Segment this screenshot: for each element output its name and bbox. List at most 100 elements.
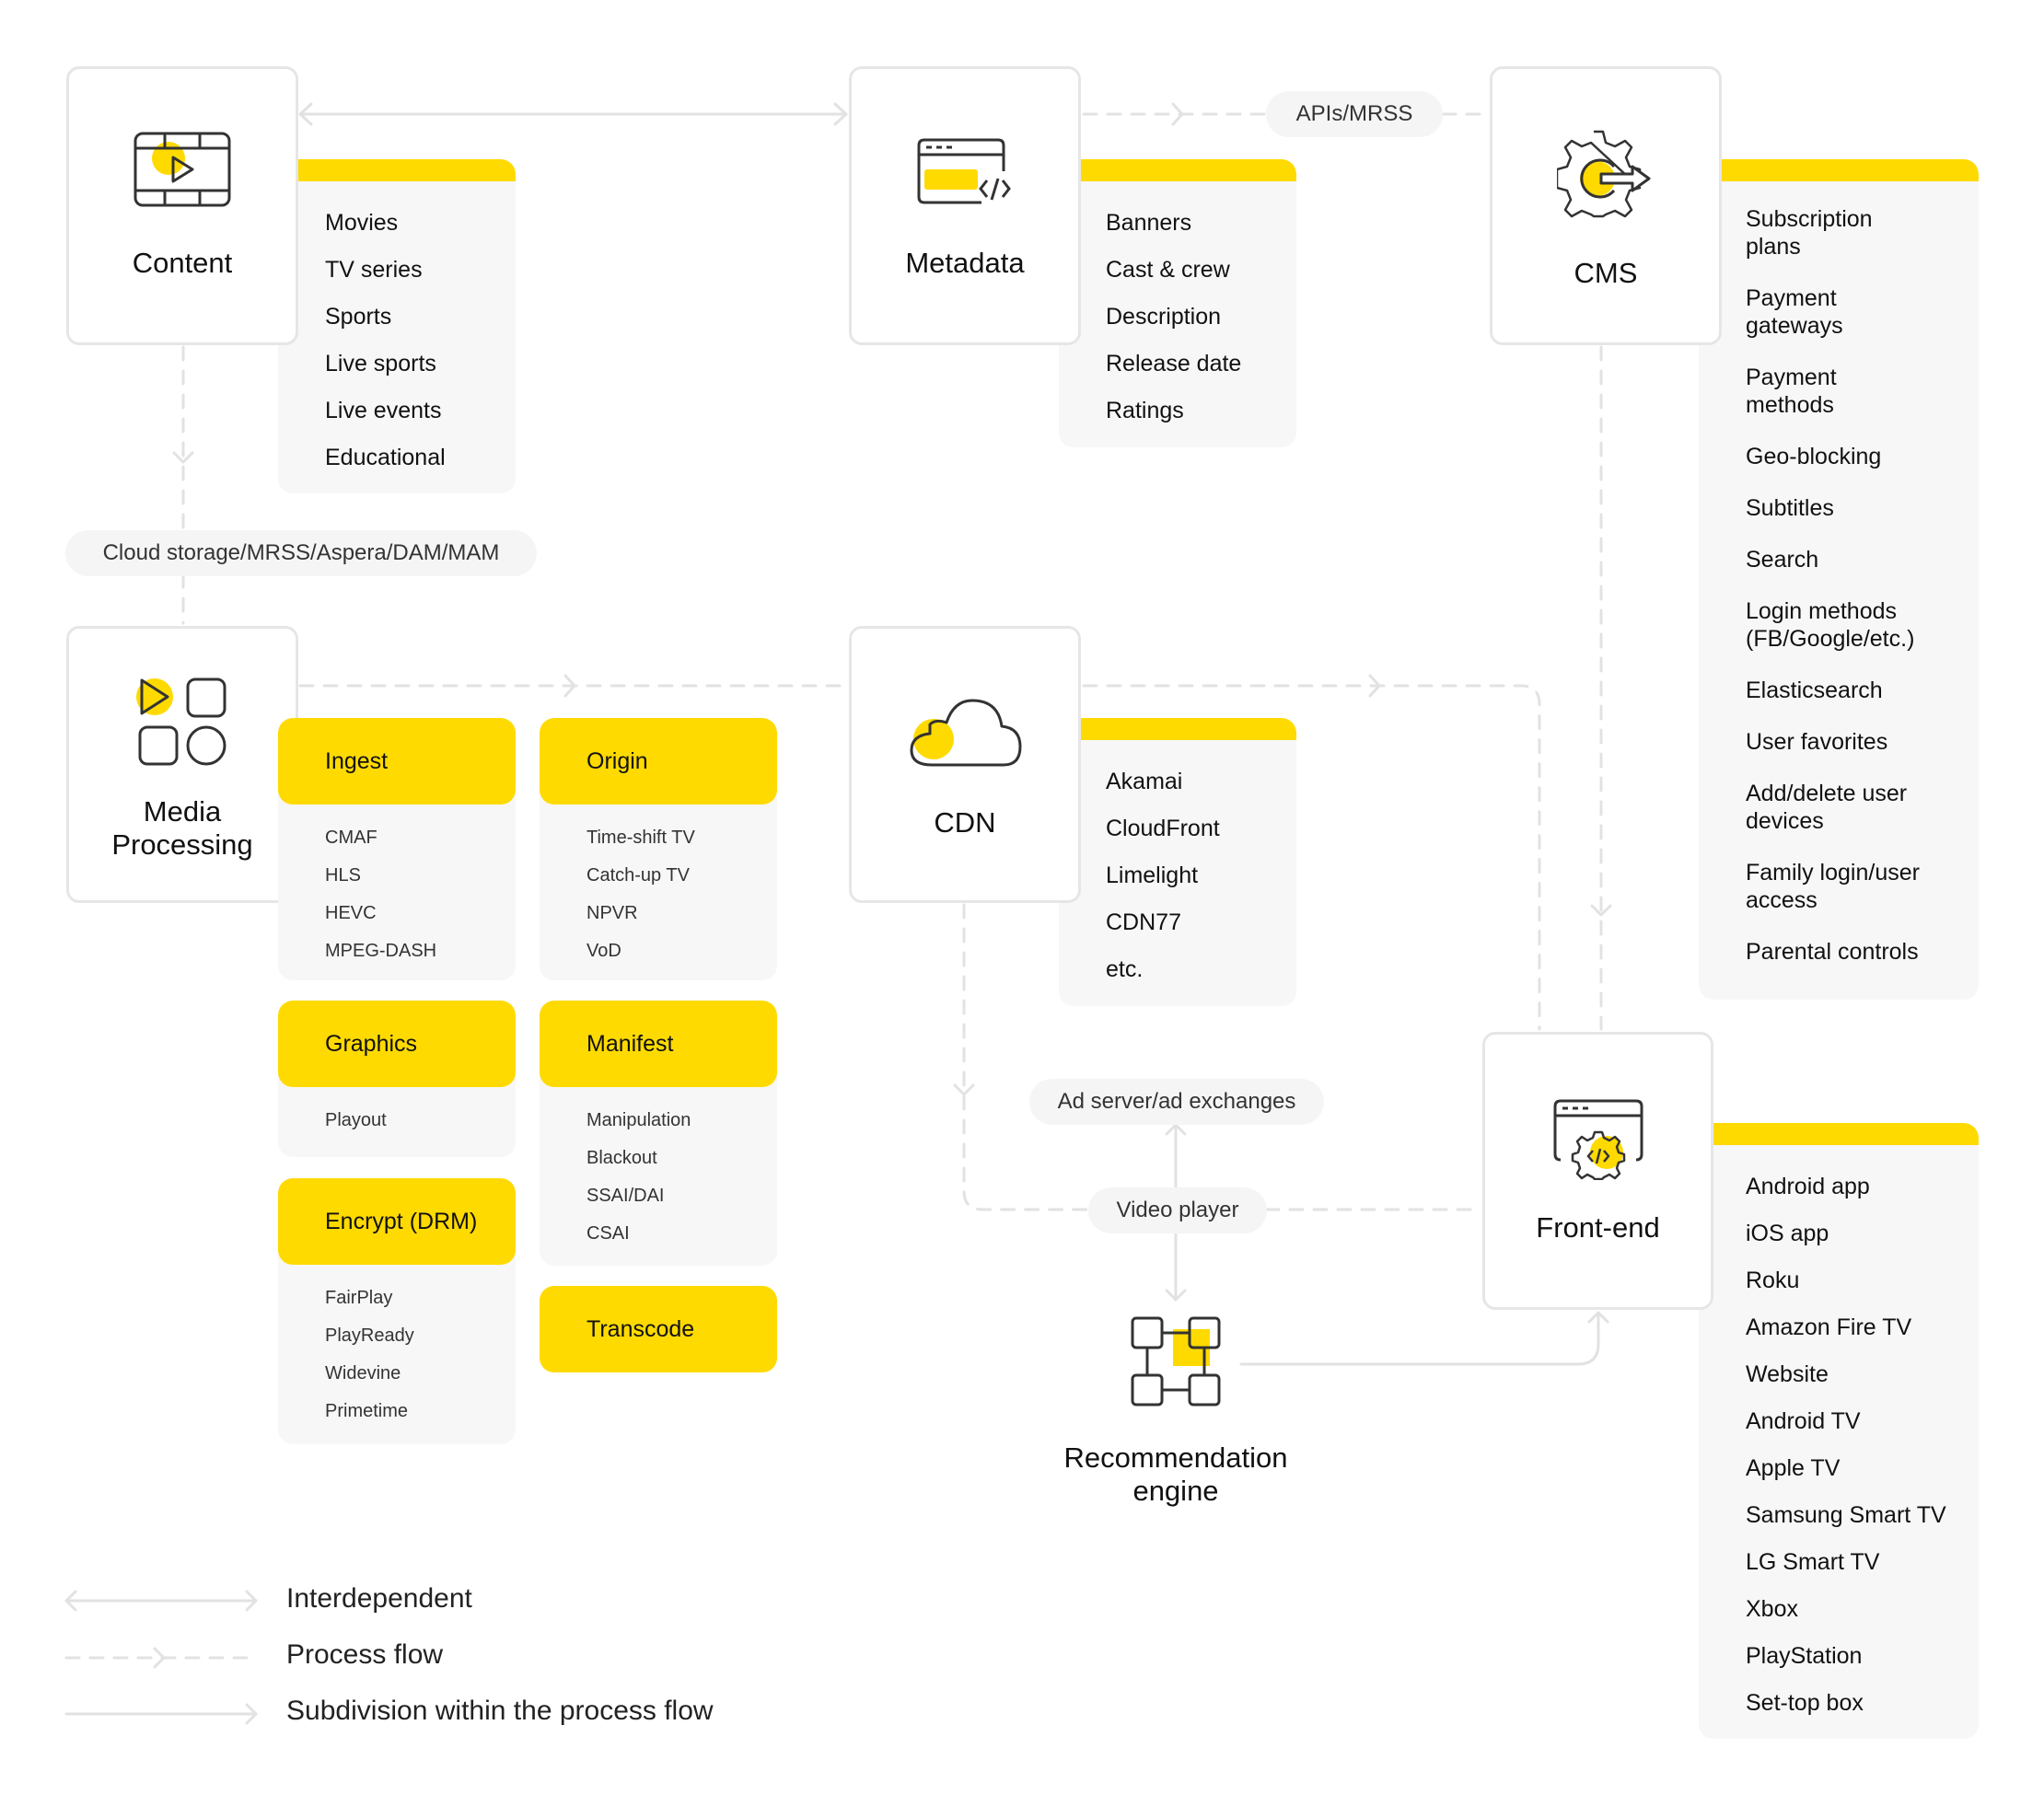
media-shapes-icon (136, 677, 226, 766)
list-item: Search (1746, 547, 1819, 573)
list-item: Android TV (1746, 1408, 1861, 1434)
list-item: SSAI/DAI (586, 1186, 665, 1206)
node-title-line-1: Recommendation (1063, 1441, 1288, 1474)
list-item: VoD (586, 941, 621, 961)
arrowhead-right (1171, 102, 1184, 126)
node-title: Metadata (905, 247, 1025, 279)
list-item: HLS (325, 865, 361, 886)
cdn-list: Akamai CloudFront Limelight CDN77 etc. (1059, 718, 1296, 1006)
list-item: CMAF (325, 828, 377, 848)
list-item: CSAI (586, 1223, 630, 1244)
list-item: Cast & crew (1106, 257, 1230, 283)
list-item: Family login/user access (1746, 860, 1920, 913)
manifest-card: Manifest Manipulation Blackout SSAI/DAI … (540, 1001, 777, 1266)
list-item: Subtitles (1746, 495, 1834, 521)
list-item: Ratings (1106, 398, 1184, 423)
cdn-node[interactable]: CDN (849, 626, 1081, 903)
list-item: etc. (1106, 956, 1144, 982)
list-item: Subscription plans (1746, 206, 1873, 260)
list-item: TV series (325, 257, 423, 283)
list-item: Set-top box (1746, 1690, 1864, 1716)
node-title: CMS (1574, 257, 1638, 289)
legend-process-flow-label: Process flow (286, 1639, 444, 1670)
list-item: Android app (1746, 1174, 1870, 1199)
card-title: Graphics (278, 1001, 516, 1087)
content-node[interactable]: Content (66, 66, 298, 345)
recommendation-engine-node[interactable]: Recommendation engine (1038, 1307, 1314, 1510)
list-item: Manipulation (586, 1110, 691, 1130)
list-item: HEVC (325, 903, 377, 923)
list-item: Website (1746, 1361, 1829, 1387)
metadata-node[interactable]: Metadata (849, 66, 1081, 345)
encrypt-card: Encrypt (DRM) FairPlay PlayReady Widevin… (278, 1178, 516, 1444)
list-item: LG Smart TV (1746, 1549, 1880, 1575)
list-item: Live sports (325, 351, 436, 376)
cloud-storage-pill: Cloud storage/MRSS/Aspera/DAM/MAM (65, 530, 537, 576)
node-title: CDN (934, 806, 996, 839)
list-item: Time-shift TV (586, 828, 695, 848)
browser-gear-icon (1553, 1099, 1643, 1180)
accent-bar (1699, 159, 1979, 181)
list-item: Add/delete user devices (1746, 781, 1908, 834)
list-item: User favorites (1746, 729, 1888, 755)
list-item: Geo-blocking (1746, 444, 1882, 469)
film-play-icon (134, 132, 231, 207)
legend-subdivision-label: Subdivision within the process flow (286, 1696, 714, 1726)
list-item: Parental controls (1746, 939, 1919, 965)
card-title: Encrypt (DRM) (278, 1178, 516, 1265)
accent-bar (278, 159, 516, 181)
network-blocks-icon (1131, 1316, 1221, 1407)
gear-arrow-icon (1557, 130, 1651, 218)
list-item: Primetime (325, 1401, 409, 1421)
metadata-list: Banners Cast & crew Description Release … (1059, 159, 1296, 447)
list-item: Release date (1106, 351, 1242, 376)
content-list: Movies TV series Sports Live sports Live… (278, 159, 516, 493)
list-item: Educational (325, 445, 446, 470)
list-item: Elasticsearch (1746, 677, 1883, 703)
list-item: Widevine (325, 1363, 401, 1383)
list-item: Description (1106, 304, 1222, 330)
node-title-line-2: Processing (111, 828, 253, 861)
list-item: Banners (1106, 210, 1192, 236)
list-item: Catch-up TV (586, 865, 690, 886)
node-title: Front-end (1536, 1211, 1660, 1244)
list-item: CloudFront (1106, 816, 1220, 841)
list-item: NPVR (586, 903, 638, 923)
list-item: Blackout (586, 1148, 657, 1168)
legend-interdependent-label: Interdependent (286, 1583, 472, 1614)
video-player-pill: Video player (1088, 1187, 1267, 1233)
list-item: Live events (325, 398, 442, 423)
card-title: Transcode (540, 1286, 777, 1372)
cms-list: Subscription plans Payment gateways Paym… (1699, 159, 1979, 1000)
legend-arrowhead-right (153, 1647, 166, 1669)
list-item: Login methods (FB/Google/etc.) (1746, 598, 1915, 652)
list-item: iOS app (1746, 1221, 1829, 1246)
list-item: MPEG-DASH (325, 941, 437, 961)
card-title: Origin (540, 718, 777, 805)
list-item: Roku (1746, 1268, 1800, 1293)
card-title: Ingest (278, 718, 516, 805)
accent-bar (1059, 159, 1296, 181)
front-end-node[interactable]: Front-end (1482, 1032, 1713, 1310)
ingest-card: Ingest CMAF HLS HEVC MPEG-DASH (278, 718, 516, 980)
list-item: Movies (325, 210, 399, 236)
node-title: Content (132, 247, 233, 279)
list-item: Xbox (1746, 1596, 1798, 1622)
list-item: Sports (325, 304, 392, 330)
node-title-line-2: engine (1132, 1475, 1219, 1507)
browser-code-icon (917, 138, 1011, 204)
apis-mrss-pill: APIs/MRSS (1266, 91, 1443, 137)
list-item: Payment gateways (1746, 285, 1843, 339)
list-item: Playout (325, 1110, 387, 1130)
graphics-card: Graphics Playout (278, 1001, 516, 1157)
list-item: PlayReady (325, 1326, 414, 1346)
media-processing-node[interactable]: Media Processing (66, 626, 298, 903)
accent-bar (1059, 718, 1296, 740)
front-end-list: Android app iOS app Roku Amazon Fire TV … (1699, 1123, 1979, 1739)
cms-node[interactable]: CMS (1490, 66, 1722, 345)
accent-bar (1699, 1123, 1979, 1145)
ad-server-pill: Ad server/ad exchanges (1029, 1079, 1324, 1125)
list-item: Samsung Smart TV (1746, 1502, 1946, 1528)
list-item: CDN77 (1106, 909, 1181, 935)
list-item: Amazon Fire TV (1746, 1314, 1912, 1340)
